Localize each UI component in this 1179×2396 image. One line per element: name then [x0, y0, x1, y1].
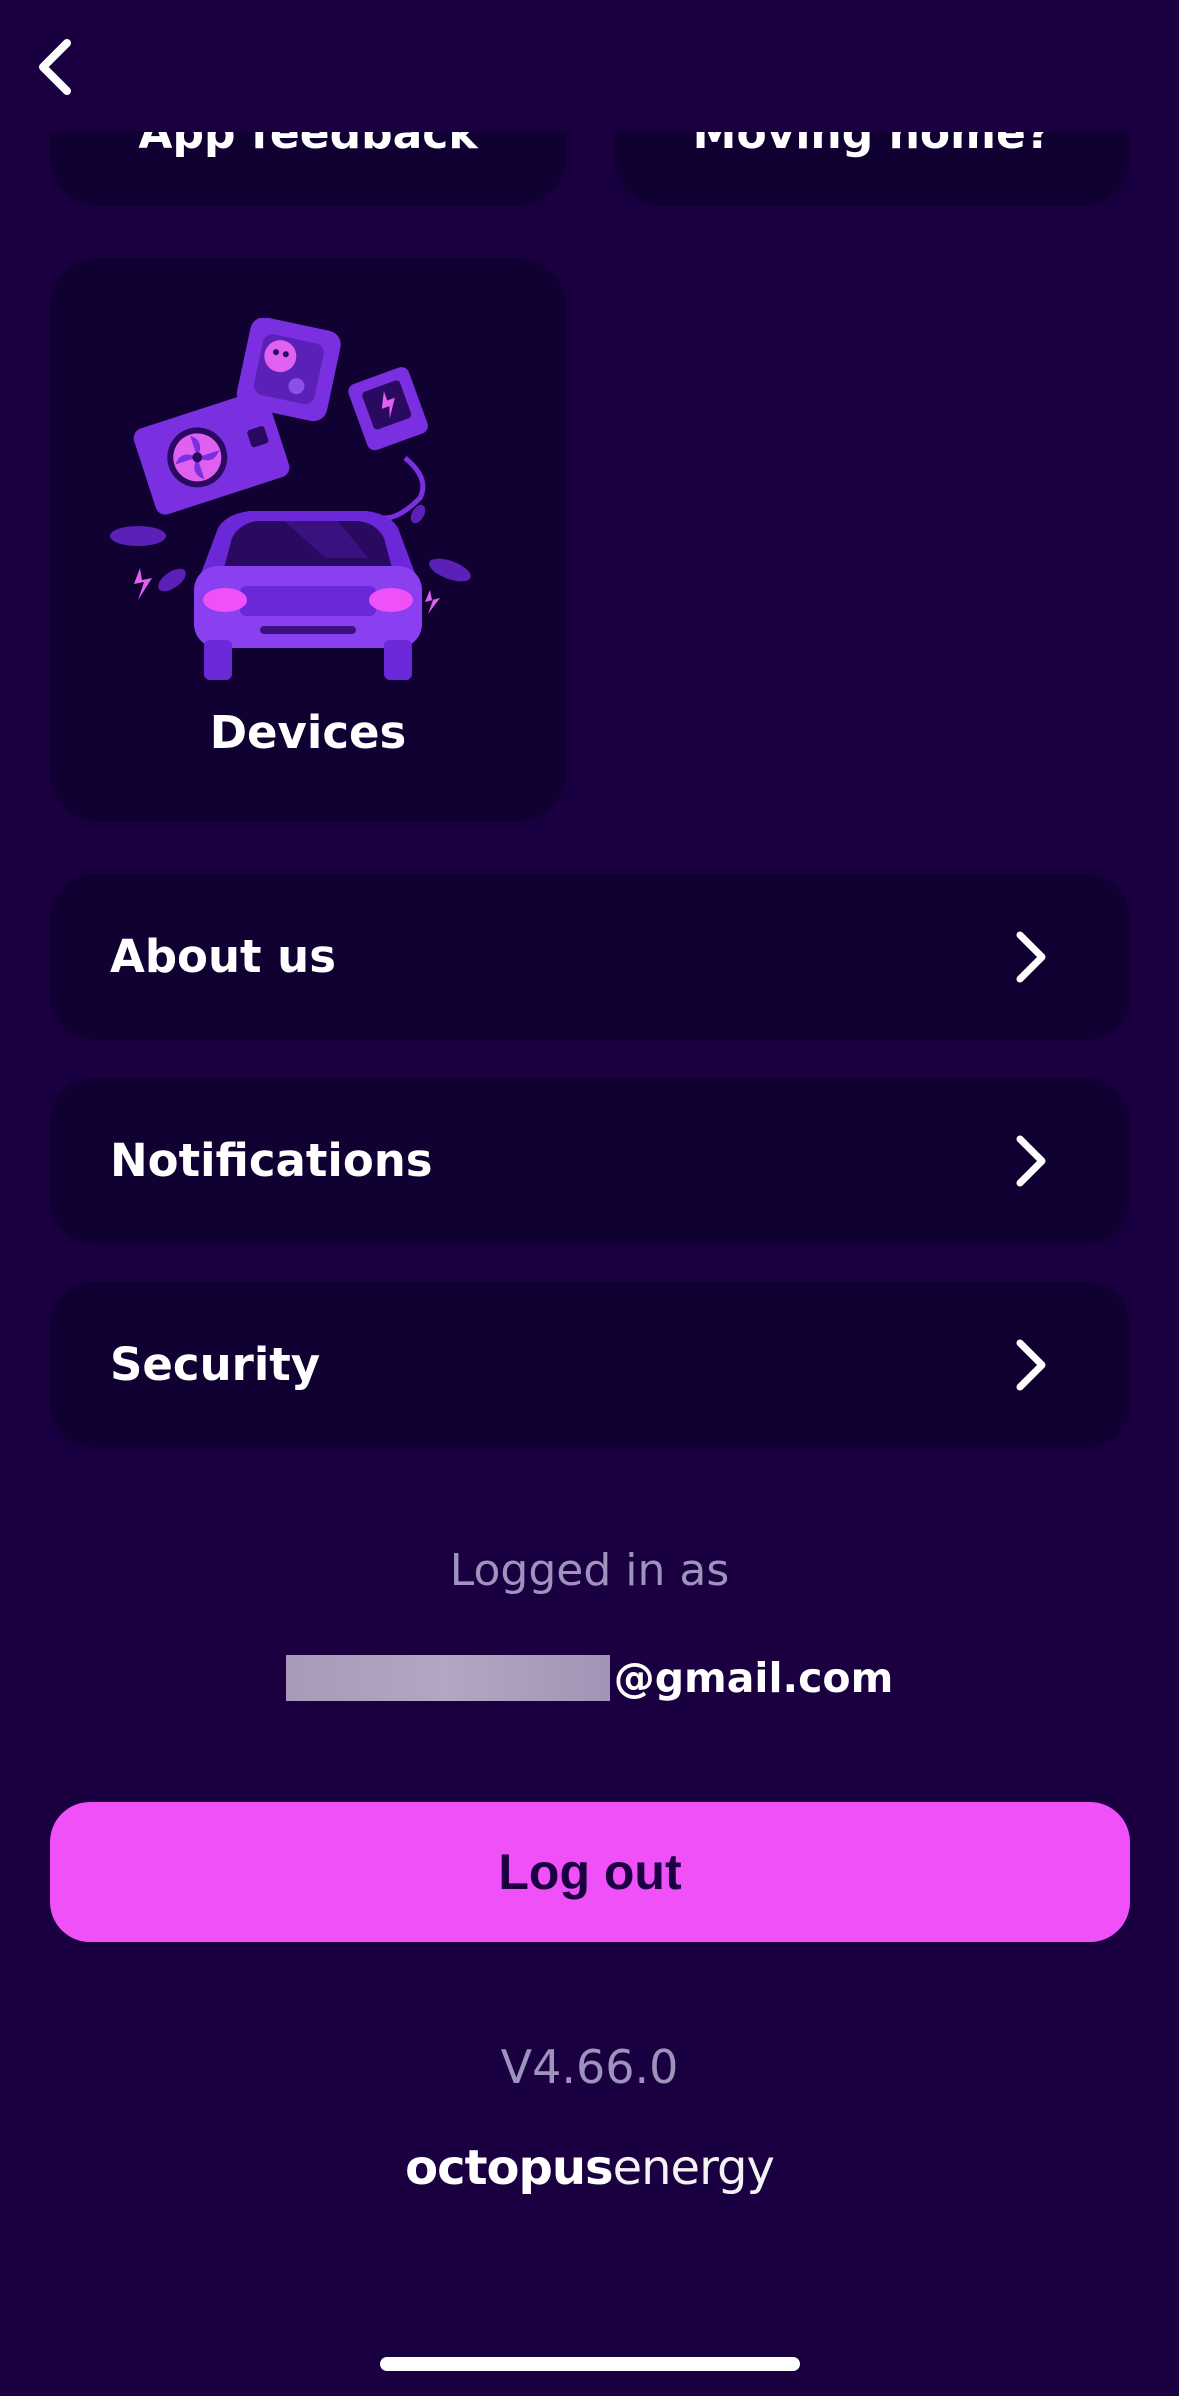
- octopus-energy-logo: octopusenergy: [0, 2140, 1179, 2196]
- app-version: V4.66.0: [500, 2040, 679, 2094]
- logout-label: Log out: [498, 1844, 682, 1900]
- logout-button[interactable]: Log out: [50, 1802, 1130, 1942]
- account-email: @gmail.com: [0, 1648, 1179, 1708]
- top-bar: [0, 0, 1179, 132]
- devices-tile[interactable]: Devices: [50, 258, 566, 822]
- chevron-right-icon: [1016, 1135, 1046, 1187]
- chevron-right-icon: [1016, 1339, 1046, 1391]
- logo-part-octopus: octopus: [405, 2140, 613, 2196]
- redacted-email-mask: [285, 1655, 610, 1701]
- chevron-right-icon: [1016, 931, 1046, 983]
- devices-label: Devices: [209, 706, 407, 759]
- back-button[interactable]: [20, 32, 90, 102]
- about-us-label: About us: [110, 930, 336, 983]
- logo-part-energy: energy: [612, 2140, 775, 2196]
- security-row[interactable]: Security: [50, 1282, 1130, 1448]
- devices-illustration: [110, 318, 471, 680]
- email-domain: @gmail.com: [613, 1654, 894, 1702]
- logged-in-label: Logged in as: [449, 1545, 730, 1596]
- notifications-label: Notifications: [110, 1134, 433, 1187]
- home-indicator: [380, 2357, 800, 2371]
- security-label: Security: [110, 1338, 321, 1391]
- chevron-left-icon: [39, 39, 71, 95]
- about-us-row[interactable]: About us: [50, 874, 1130, 1040]
- notifications-row[interactable]: Notifications: [50, 1078, 1130, 1244]
